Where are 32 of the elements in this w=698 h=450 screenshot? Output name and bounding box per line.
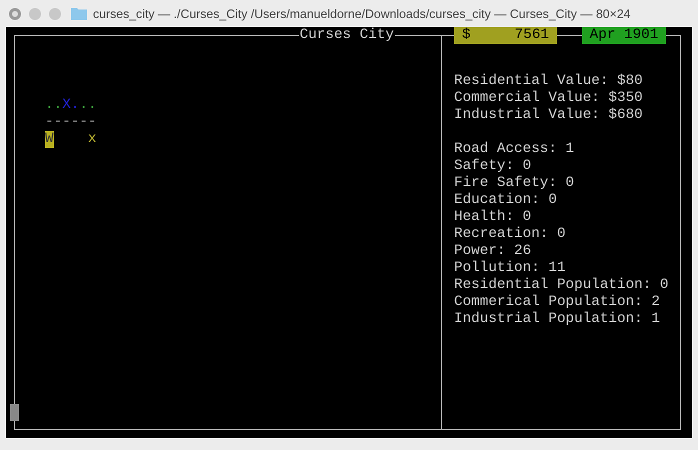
stat-line: Fire Safety: 0 bbox=[454, 175, 576, 192]
stat-line: Road Access: 1 bbox=[454, 141, 576, 158]
date-display: Apr 1901 bbox=[582, 27, 666, 44]
map-glyph: W bbox=[45, 131, 54, 148]
close-button[interactable] bbox=[9, 8, 21, 20]
zoom-button[interactable] bbox=[49, 8, 61, 20]
cursor-block bbox=[10, 404, 19, 421]
stat-line: Pollution: 11 bbox=[454, 260, 567, 277]
stat-line: Recreation: 0 bbox=[454, 226, 567, 243]
stat-line: Commerical Population: 2 bbox=[454, 294, 661, 311]
stat-line: Education: 0 bbox=[454, 192, 558, 209]
stat-line: Industrial Value: $680 bbox=[454, 107, 644, 124]
map-glyph: . bbox=[79, 97, 88, 114]
window-title: curses_city — ./Curses_City /Users/manueldorne/Downloads/curses_city — Curses_City — 80×24 bbox=[93, 6, 631, 20]
money-display: $ 7561 bbox=[454, 27, 557, 44]
minimize-button[interactable] bbox=[29, 8, 41, 20]
stat-line: Safety: 0 bbox=[454, 158, 532, 175]
map-glyph: . bbox=[88, 97, 97, 114]
stat-line: Residential Population: 0 bbox=[454, 277, 670, 294]
stat-line: Health: 0 bbox=[454, 209, 532, 226]
map-glyph: ------ bbox=[45, 114, 96, 131]
stat-line: Industrial Population: 1 bbox=[454, 311, 661, 328]
stat-line: Residential Value: $80 bbox=[454, 73, 644, 90]
folder-icon bbox=[71, 7, 87, 20]
stat-line: Commercial Value: $350 bbox=[454, 90, 644, 107]
map-glyph: . bbox=[70, 97, 80, 114]
stat-line: Power: 26 bbox=[454, 243, 532, 260]
map-glyph: x bbox=[88, 131, 96, 148]
map-glyph: . bbox=[54, 97, 62, 114]
city-title: Curses City bbox=[298, 27, 395, 44]
map-glyph: X bbox=[62, 97, 71, 114]
map-glyph: . bbox=[45, 97, 54, 114]
